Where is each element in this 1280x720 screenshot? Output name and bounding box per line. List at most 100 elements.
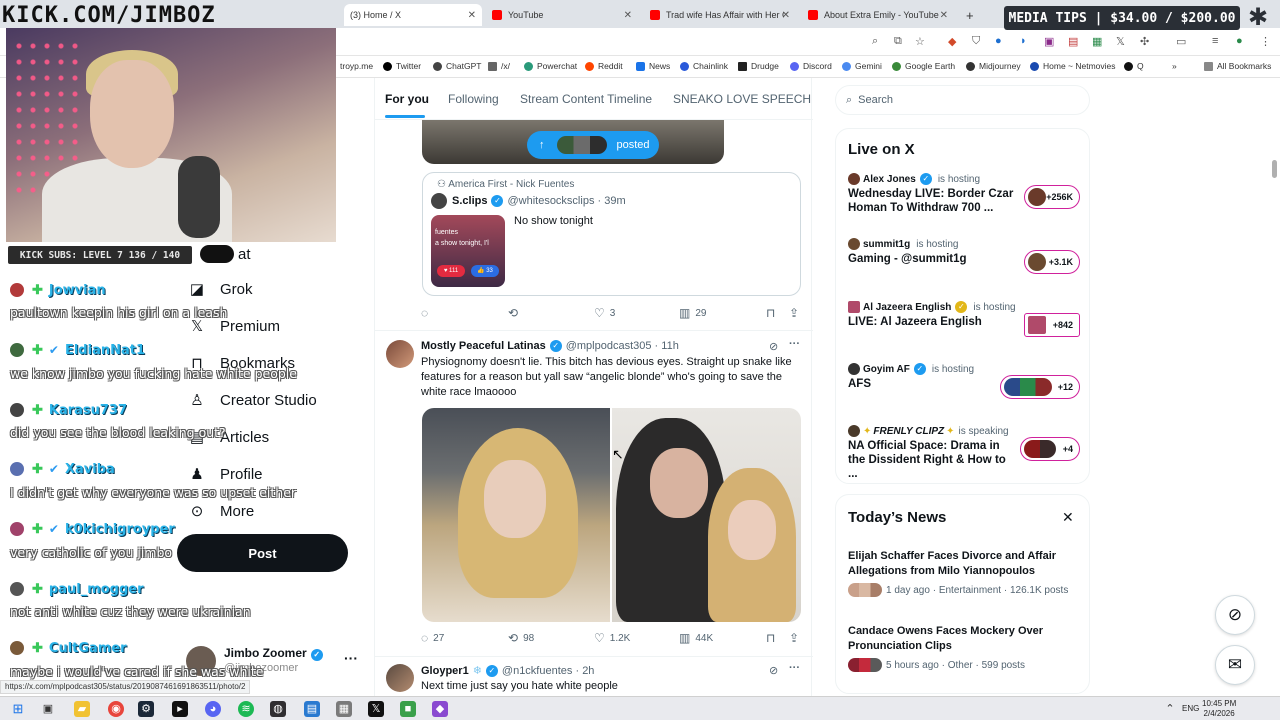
avatar[interactable]	[386, 664, 414, 692]
new-posts-pill[interactable]: ↑ posted	[527, 131, 659, 159]
bookmark-item[interactable]: Discord	[790, 61, 832, 71]
bookmark-item[interactable]: Midjourney	[966, 61, 1021, 71]
share-button[interactable]: ⇪	[789, 306, 804, 320]
puzzle-icon[interactable]: ✣	[1140, 35, 1149, 48]
grok-fab-button[interactable]: ⊘	[1215, 595, 1255, 635]
extension-icon[interactable]: ▤	[1068, 35, 1078, 48]
bookmark-item[interactable]: Reddit	[585, 61, 623, 71]
bookmark-item[interactable]: Powerchat	[524, 61, 577, 71]
sidepanel-icon[interactable]: ▭	[1176, 35, 1186, 48]
quoted-media-thumbnail[interactable]: fuentes a show tonight, I'l ♥ 111 👍 33	[431, 215, 505, 287]
close-tab-icon[interactable]: ✕	[940, 10, 948, 21]
obs-icon[interactable]: ◍	[270, 701, 286, 717]
extension-icon[interactable]: ▦	[1092, 35, 1102, 48]
views-button[interactable]: ▥ 44K	[679, 631, 713, 645]
language-indicator[interactable]: ENG	[1182, 704, 1199, 713]
search-input[interactable]: ⌕ Search	[835, 85, 1090, 115]
nav-item-partial[interactable]: at	[200, 245, 251, 263]
views-button[interactable]: ▥ 29	[679, 306, 706, 320]
close-tab-icon[interactable]: ✕	[624, 10, 632, 21]
tab-youtube[interactable]: YouTube ✕	[486, 4, 638, 26]
star-icon[interactable]: ☆	[915, 35, 925, 48]
discord-icon[interactable]: ◕	[205, 701, 221, 717]
new-tab-button[interactable]: +	[960, 4, 980, 26]
app-icon[interactable]: ◆	[432, 701, 448, 717]
bookmark-item[interactable]: Home ~ Netmovies	[1030, 61, 1116, 71]
bookmark-item[interactable]: Google Earth	[892, 61, 955, 71]
like-button[interactable]: ♡ 1.2K	[594, 631, 630, 645]
bookmark-item[interactable]: Twitter	[383, 61, 421, 71]
news-item[interactable]: Candace Owens Faces Mockery Over Pronunc…	[848, 624, 1084, 672]
install-icon[interactable]: ⧉	[894, 35, 902, 48]
live-item[interactable]: ✦ FRENLY CLIPZ ✦ is speaking NA Official Sp…	[848, 425, 1084, 481]
scrollbar-thumb[interactable]	[1272, 160, 1277, 178]
bookmark-item[interactable]: /x/	[488, 61, 510, 71]
menu-lines-icon[interactable]: ≡	[1212, 35, 1218, 47]
share-button[interactable]: ⇪	[789, 631, 804, 645]
repost-button[interactable]: ⟲	[508, 306, 523, 320]
reply-button[interactable]: ◌	[421, 306, 433, 320]
more-dots-icon[interactable]: ···	[789, 662, 800, 674]
task-view-icon[interactable]: ▣	[40, 701, 56, 717]
news-item[interactable]: Elijah Schaffer Faces Divorce and Affair…	[848, 549, 1084, 597]
like-button[interactable]: ♡ 3	[594, 306, 615, 320]
tab-sneako-love-speech[interactable]: SNEAKO LOVE SPEECH	[673, 92, 811, 106]
tab-trad-wife-video[interactable]: Trad wife Has Affair with Her Co ✕	[644, 4, 796, 26]
tab-following[interactable]: Following	[448, 92, 499, 106]
post-button[interactable]: Post	[177, 534, 348, 572]
post-photo-1[interactable]	[422, 408, 610, 622]
tab-stream-content-timeline[interactable]: Stream Content Timeline	[520, 92, 652, 106]
extension-icon[interactable]: ●	[995, 35, 1002, 47]
bookmark-button[interactable]: ⊓	[766, 306, 780, 320]
quoted-post[interactable]: ⚇ America First - Nick Fuentes S.clips ✓…	[422, 172, 801, 296]
x-extension-icon[interactable]: 𝕏	[1116, 35, 1125, 48]
nav-item-more[interactable]: ⊙ More	[188, 502, 254, 521]
bookmark-item[interactable]: News	[636, 61, 670, 71]
terminal-icon[interactable]: ▸	[172, 701, 188, 717]
more-dots-icon[interactable]: ···	[344, 650, 358, 666]
grok-post-icon[interactable]: ⊘	[769, 340, 778, 353]
tab-x-home[interactable]: (3) Home / X ✕	[344, 4, 482, 26]
bookmark-item[interactable]: ChatGPT	[433, 61, 481, 71]
spotify-icon[interactable]: ≋	[238, 701, 254, 717]
close-icon[interactable]: ✕	[1062, 509, 1074, 526]
audio-icon[interactable]: ◗	[1020, 35, 1027, 47]
kebab-menu-icon[interactable]: ⋮	[1260, 35, 1271, 48]
file-explorer-icon[interactable]: ▰	[74, 701, 90, 717]
repost-button[interactable]: ⟲ 98	[508, 631, 534, 645]
live-item[interactable]: Alex Jones ✓ is hosting Wednesday LIVE: Bo…	[848, 173, 1084, 229]
x-app-icon[interactable]: 𝕏	[368, 701, 384, 717]
grok-post-icon[interactable]: ⊘	[769, 664, 778, 677]
post-photo-2[interactable]	[612, 408, 801, 622]
bookmarks-overflow-icon[interactable]: »	[1172, 61, 1177, 71]
all-bookmarks[interactable]: All Bookmarks	[1204, 61, 1271, 71]
live-item[interactable]: Goyim AF ✓ is hosting AFS +12	[848, 363, 1084, 419]
extension-icon[interactable]: ▣	[1044, 35, 1054, 48]
live-item[interactable]: summit1g is hosting Gaming - @summit1g +3…	[848, 238, 1084, 294]
zoom-icon[interactable]: ⌕	[872, 35, 878, 48]
app-icon[interactable]: ▦	[336, 701, 352, 717]
bookmark-item[interactable]: Gemini	[842, 61, 882, 71]
shield-icon[interactable]: ⛉	[972, 35, 980, 48]
more-dots-icon[interactable]: ···	[789, 338, 800, 350]
nav-item-profile[interactable]: ♟ Profile	[188, 465, 262, 484]
steam-icon[interactable]: ⚙	[138, 701, 154, 717]
windows-start-icon[interactable]: ⊞	[10, 701, 26, 717]
tab-extra-emily[interactable]: About Extra Emily - YouTube ✕	[802, 4, 954, 26]
bookmark-item[interactable]: Chainlink	[680, 61, 728, 71]
live-item[interactable]: Al Jazeera English ✓ is hosting LIVE: Al J…	[848, 301, 1084, 357]
avatar[interactable]	[386, 340, 414, 368]
nav-item-grok[interactable]: ◪ Grok	[188, 280, 253, 299]
bookmark-item[interactable]: troyp.me	[340, 61, 373, 71]
system-clock[interactable]: 10:45 PM 2/4/2026	[1202, 699, 1236, 719]
nav-item-creator-studio[interactable]: ♙ Creator Studio	[188, 391, 316, 410]
tab-for-you[interactable]: For you	[385, 92, 429, 106]
reply-button[interactable]: ◌ 27	[421, 631, 444, 645]
app-icon[interactable]: ▤	[304, 701, 320, 717]
bookmark-item[interactable]: Drudge	[738, 61, 779, 71]
messages-fab-button[interactable]: ✉	[1215, 645, 1255, 685]
close-tab-icon[interactable]: ✕	[782, 10, 790, 21]
minecraft-icon[interactable]: ■	[400, 701, 416, 717]
bookmark-item[interactable]: Q	[1124, 61, 1144, 71]
chrome-icon[interactable]: ◉	[108, 701, 124, 717]
